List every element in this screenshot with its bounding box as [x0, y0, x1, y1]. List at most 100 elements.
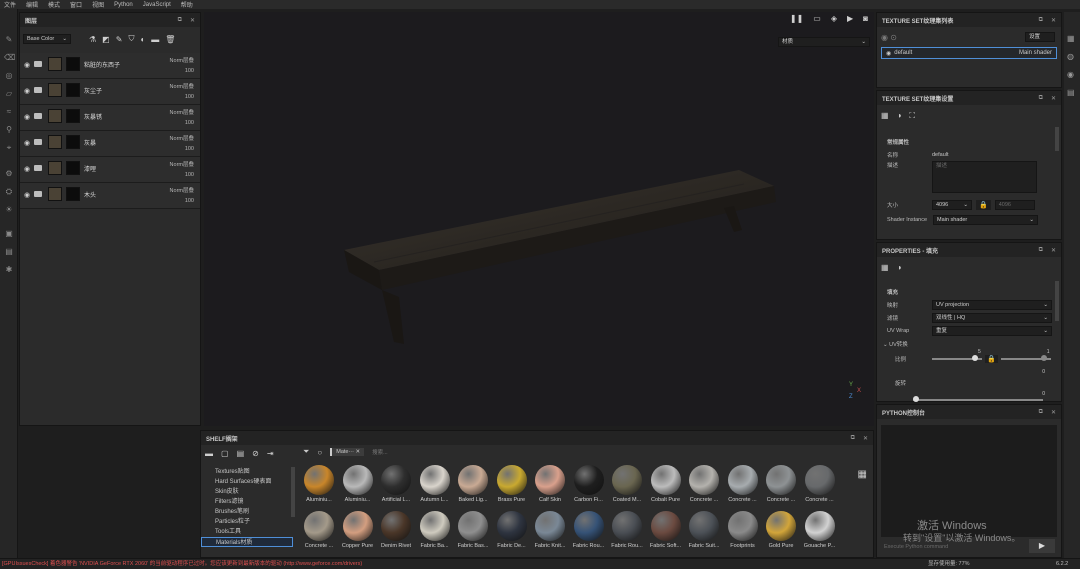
tab-settings-icon[interactable]: ▦ [881, 111, 889, 121]
material-tile[interactable]: Fabric Knit... [534, 511, 566, 549]
layer-row[interactable]: ◉ 灰暴 Norm层叠 100 [20, 131, 200, 157]
shelf-category-item[interactable]: Brushes笔刷 [201, 507, 293, 517]
eye-icon[interactable]: ◉ [24, 61, 30, 69]
menu-item[interactable]: 窗口 [70, 0, 82, 9]
float-icon[interactable]: ⧉ [1039, 17, 1043, 24]
export-icon[interactable]: ⇥ [267, 449, 274, 458]
scale-slider-1[interactable]: 5 [932, 349, 982, 361]
clone-icon[interactable]: ⚲ [4, 125, 14, 135]
close-icon[interactable]: ✕ [1051, 95, 1056, 102]
smart-material-icon[interactable]: ◐ [140, 35, 145, 44]
menu-item[interactable]: Python [114, 2, 133, 8]
material-tile[interactable]: Artificial L... [380, 465, 412, 503]
shelf-category-item[interactable]: Filters滤镜 [201, 497, 293, 507]
layer-blend-mode[interactable]: Norm层叠 [170, 160, 194, 168]
material-tile[interactable]: Concrete ... [727, 465, 759, 503]
layer-opacity[interactable]: 100 [185, 120, 194, 126]
layer-blend-mode[interactable]: Norm层叠 [170, 56, 194, 64]
material-tile[interactable]: Fabric Bas... [457, 511, 489, 549]
eye-icon[interactable]: ◉ [24, 87, 30, 95]
scale-slider-2[interactable]: 1 [1000, 349, 1051, 361]
scrollbar[interactable] [1055, 281, 1059, 321]
tab-bake-icon[interactable]: ⛶ [909, 111, 915, 121]
close-icon[interactable]: ✕ [190, 17, 195, 24]
eye-icon[interactable]: ◉ [24, 165, 30, 173]
history-icon[interactable]: ▤ [1067, 88, 1075, 97]
material-tile[interactable]: Coated M... [611, 465, 643, 503]
display-icon[interactable]: ◉ [1067, 70, 1074, 79]
picker-icon[interactable]: ⌖ [4, 143, 14, 153]
uv-transform-title[interactable]: ⌄ UV转换 [877, 340, 932, 348]
delete-icon[interactable]: 🗑 [165, 35, 175, 44]
material-tile[interactable]: Brass Pure [496, 465, 528, 503]
gpu-warning-text[interactable]: [GPUIssuesCheck] 着色器警告 'NVIDIA GeForce R… [2, 559, 362, 569]
material-tile[interactable]: Fabric Soft... [650, 511, 682, 549]
material-tile[interactable]: Denim Rivet [380, 511, 412, 549]
projection-icon[interactable]: ◎ [4, 71, 14, 81]
add-fill-layer-icon[interactable]: ⛉ [128, 34, 134, 44]
python-input[interactable]: Execute Python command [881, 541, 1027, 553]
float-icon[interactable]: ⧉ [178, 17, 182, 24]
shelf-category-item[interactable]: Tools工具 [201, 527, 293, 537]
material-tile[interactable]: Fabric De... [496, 511, 528, 549]
material-tile[interactable]: Fabric Rou... [573, 511, 605, 549]
size-value-2-field[interactable]: 4096 [994, 200, 1035, 210]
add-paint-layer-icon[interactable]: ✎ [116, 35, 123, 44]
slider-handle[interactable] [972, 355, 978, 361]
layer-row[interactable]: ◉ 灰暴锈 Norm层叠 100 [20, 105, 200, 131]
paint-brush-icon[interactable]: ✎ [4, 35, 14, 45]
lock-icon[interactable]: 🔒 [976, 200, 991, 210]
gear-icon[interactable]: ✱ [4, 265, 14, 275]
texture-set-icon[interactable]: ◍ [1067, 52, 1074, 61]
script-icon[interactable]: ▣ [4, 229, 14, 239]
mask-thumbnail[interactable] [66, 83, 80, 97]
add-mask-icon[interactable]: ◩ [102, 35, 110, 44]
run-button[interactable]: ▶ [1029, 539, 1055, 553]
visibility-icon[interactable]: ◉ [886, 50, 891, 57]
mapping-select[interactable]: UV projection ⌄ [932, 299, 1052, 310]
layer-blend-mode[interactable]: Norm层叠 [170, 108, 194, 116]
mask-thumbnail[interactable] [66, 57, 80, 71]
tab-mesh-maps-icon[interactable]: ◑ [897, 111, 902, 121]
layer-blend-mode[interactable]: Norm层叠 [170, 82, 194, 90]
menu-item[interactable]: 模式 [48, 0, 60, 9]
layer-row[interactable]: ◉ 粘脏的东西子 Norm层叠 100 [20, 53, 200, 79]
shelf-category-item[interactable]: Skin皮肤 [201, 487, 293, 497]
lock-icon[interactable]: 🔒 [985, 355, 998, 363]
material-tile[interactable]: Fabric Ba... [419, 511, 451, 549]
mask-thumbnail[interactable] [66, 109, 80, 123]
material-tile[interactable]: Gouache P... [804, 511, 836, 549]
layer-opacity[interactable]: 100 [185, 94, 194, 100]
menu-item[interactable]: 视图 [92, 0, 104, 9]
close-icon[interactable]: ✕ [1051, 17, 1056, 24]
material-tile[interactable]: Concrete ... [688, 465, 720, 503]
texture-set-settings-button[interactable]: 设置 [1025, 32, 1055, 42]
new-shelf-icon[interactable]: ▢ [221, 449, 229, 458]
material-tile[interactable]: Baked Lig... [457, 465, 489, 503]
close-icon[interactable]: ✕ [863, 435, 868, 442]
shelf-category-item[interactable]: Particles粒子 [201, 517, 293, 527]
material-tile[interactable]: Cobalt Pure [650, 465, 682, 503]
viewport-3d[interactable]: ❚❚ ▭ ◈ ▶ ◙ 材质 ⌄ Y X Z [204, 12, 874, 426]
menu-item[interactable]: 编辑 [26, 0, 38, 9]
layer-blend-mode[interactable]: Norm层叠 [170, 134, 194, 142]
eraser-icon[interactable]: ⌫ [4, 53, 15, 63]
eye-icon[interactable]: ◉ [24, 113, 30, 121]
light-icon[interactable]: ☀ [4, 205, 14, 215]
shelf-category-item[interactable]: Hard Surfaces硬表面 [201, 477, 293, 487]
material-tile[interactable]: Fabric Rou... [611, 511, 643, 549]
smudge-icon[interactable]: ≈ [4, 107, 14, 117]
slider-handle[interactable] [1040, 355, 1047, 361]
eye-icon[interactable]: ◉ ⊙ [881, 33, 897, 42]
export-icon[interactable]: ▤ [4, 247, 14, 257]
polygon-fill-icon[interactable]: ▱ [4, 89, 14, 99]
eye-icon[interactable]: ◉ [24, 191, 30, 199]
rotate-slider[interactable] [913, 396, 1043, 402]
menu-item[interactable]: JavaScript [143, 2, 171, 8]
shelf-category-item[interactable]: Textures贴图 [201, 467, 293, 477]
material-tile[interactable]: Concrete ... [804, 465, 836, 503]
material-tile[interactable]: Autumn L... [419, 465, 451, 503]
material-tile[interactable]: Concrete ... [303, 511, 335, 549]
layer-row[interactable]: ◉ 灰尘子 Norm层叠 100 [20, 79, 200, 105]
material-tile[interactable]: Aluminiu... [342, 465, 374, 503]
